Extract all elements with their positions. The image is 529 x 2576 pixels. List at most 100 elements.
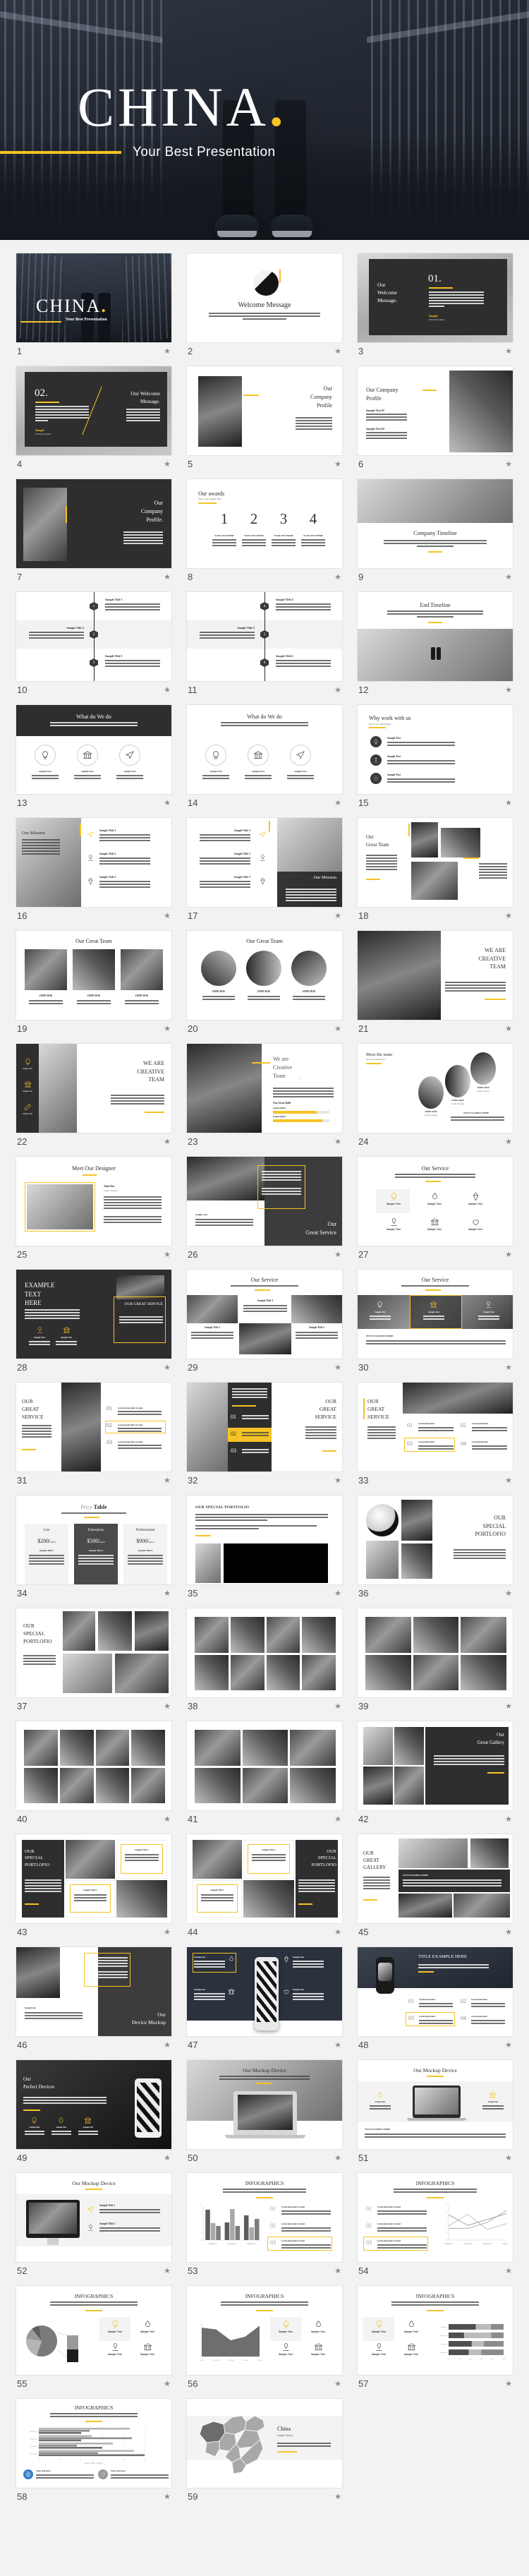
slide-thumbnail-28[interactable]: EXAMPLE TEXT HERE OUR GREAT SERVICE Sample… — [16, 1269, 172, 1359]
star-icon[interactable]: ★ — [334, 911, 341, 920]
slide-cell[interactable]: Our Great Gallery 42 ★ — [357, 1721, 513, 1826]
slide-thumbnail-1[interactable]: CHINA. Your Best Presentation — [16, 253, 172, 343]
slide-thumbnail-43[interactable]: OUR SPECIAL PORTLOFIO Sample Title 2 Sampl… — [16, 1834, 172, 1924]
slide-thumbnail-55[interactable]: INFOGRAPHICS Sample Text Sample Text Sample… — [16, 2285, 172, 2376]
slide-thumbnail-16[interactable]: Our Mission Sample Title 1 Sample Title 2S… — [16, 817, 172, 908]
slide-thumbnail-48[interactable]: TITLE EXAMPLE HERE 01 Lorem ipsum dolor 02 L… — [357, 1946, 513, 2037]
slide-thumbnail-20[interactable]: Our Great Team JOHN DOE JOHN DOE JOHN DOE — [186, 930, 343, 1021]
slide-thumbnail-57[interactable]: INFOGRAPHICS Category 1 Category 2 Category… — [357, 2285, 513, 2376]
star-icon[interactable]: ★ — [334, 1589, 341, 1598]
slide-thumbnail-46[interactable]: Our Device Mockup Sample text — [16, 1946, 172, 2037]
slide-cell[interactable]: OUR SPECIAL PORTLOFIO 36 ★ — [357, 1495, 513, 1601]
star-icon[interactable]: ★ — [505, 572, 512, 582]
star-icon[interactable]: ★ — [164, 2040, 171, 2050]
star-icon[interactable]: ★ — [164, 1363, 171, 1372]
star-icon[interactable]: ★ — [334, 1702, 341, 1711]
slide-thumbnail-34[interactable]: Price Table Lite $200/Mont Sample Title 1 En… — [16, 1495, 172, 1585]
slide-cell[interactable]: OUR SPECIAL PORTLOFIO 37 ★ — [16, 1608, 172, 1714]
slide-thumbnail-27[interactable]: Our Service Sample Text Sample Text Sample … — [357, 1156, 513, 1246]
slide-thumbnail-52[interactable]: Our Mockup Device Sample Title 1 Sample Ti… — [16, 2172, 172, 2263]
slide-cell[interactable]: We are Creative Team. Our Great Skills Sam… — [186, 1043, 343, 1149]
star-icon[interactable]: ★ — [334, 459, 341, 469]
slide-cell[interactable]: Our Great Team JOHN DOE JOHN DOE JOHN DOE 20… — [186, 930, 343, 1036]
slide-thumbnail-22[interactable]: Sample Text Sample Text Sample Text WE ARE … — [16, 1043, 172, 1133]
slide-cell[interactable]: Our Device Mockup Sample text 46 ★ — [16, 1946, 172, 2052]
star-icon[interactable]: ★ — [334, 2153, 341, 2162]
star-icon[interactable]: ★ — [505, 685, 512, 694]
star-icon[interactable]: ★ — [334, 1927, 341, 1937]
slide-cell[interactable]: Meet the team Place your Subtitle Here JOH… — [357, 1043, 513, 1149]
star-icon[interactable]: ★ — [334, 798, 341, 807]
star-icon[interactable]: ★ — [505, 347, 512, 356]
star-icon[interactable]: ★ — [164, 347, 171, 356]
star-icon[interactable]: ★ — [505, 1024, 512, 1033]
star-icon[interactable]: ★ — [334, 2266, 341, 2275]
slide-cell[interactable]: 40 ★ — [16, 1721, 172, 1826]
slide-thumbnail-25[interactable]: Meet Our Designer John Doe Graphic Designe… — [16, 1156, 172, 1246]
star-icon[interactable]: ★ — [164, 572, 171, 582]
slide-cell[interactable]: 1 Sample Title 1 2 Sample Title 2 3 Sample Ti… — [16, 591, 172, 697]
star-icon[interactable]: ★ — [164, 1476, 171, 1485]
star-icon[interactable]: ★ — [505, 1476, 512, 1485]
slide-thumbnail-47[interactable]: Sample text Sample text Sample text Sample … — [186, 1946, 343, 2037]
slide-thumbnail-53[interactable]: INFOGRAPHICS Category 1 Category 2 Category… — [186, 2172, 343, 2263]
star-icon[interactable]: ★ — [505, 1363, 512, 1372]
slide-thumbnail-35[interactable]: OUR SPECIAL PORTFOLIO — [186, 1495, 343, 1585]
slide-cell[interactable]: China Sample Subtext 59 ★ — [186, 2398, 343, 2504]
slide-cell[interactable]: Sample text Sample text Sample text Sample … — [186, 1946, 343, 2052]
star-icon[interactable]: ★ — [505, 1137, 512, 1146]
slide-thumbnail-31[interactable]: OUR GREAT SERVICE 01 Lorem ipsum dolor sit… — [16, 1382, 172, 1472]
slide-thumbnail-59[interactable]: China Sample Subtext — [186, 2398, 343, 2488]
star-icon[interactable]: ★ — [334, 1137, 341, 1146]
slide-cell[interactable]: INFOGRAPHICS Sample Text Sample Text Sample… — [16, 2285, 172, 2391]
slide-thumbnail-15[interactable]: Why work with us Place your Subtitle Here… — [357, 704, 513, 795]
slide-cell[interactable]: 4 Sample Title 4 5 Sample Title 5 6 Sample Ti… — [186, 591, 343, 697]
slide-thumbnail-24[interactable]: Meet the team Place your Subtitle Here JOH… — [357, 1043, 513, 1133]
star-icon[interactable]: ★ — [505, 1702, 512, 1711]
slide-cell[interactable]: Our Service Sample Title 2 Sample Title 1S… — [186, 1269, 343, 1375]
slide-cell[interactable]: Welcome Message 2 ★ — [186, 253, 343, 359]
star-icon[interactable]: ★ — [164, 2266, 171, 2275]
slide-cell[interactable]: INFOGRAPHICS 1/1/2002 1/1/2003 1/1/2004 1/1/… — [186, 2285, 343, 2391]
star-icon[interactable]: ★ — [164, 1024, 171, 1033]
star-icon[interactable]: ★ — [505, 1814, 512, 1824]
slide-thumbnail-21[interactable]: WE ARE CREATIVE TEAM — [357, 930, 513, 1021]
slide-cell[interactable]: Our Welcome Message. 01. Sample CEO & Found… — [357, 253, 513, 359]
slide-thumbnail-18[interactable]: Our Great Team — [357, 817, 513, 908]
star-icon[interactable]: ★ — [334, 1814, 341, 1824]
slide-cell[interactable]: 39 ★ — [357, 1608, 513, 1714]
slide-cell[interactable]: OUR SPECIAL PORTLOFIO Sample Title 2 Sampl… — [186, 1834, 343, 1939]
slide-thumbnail-14[interactable]: What do We do Sample Text Sample Text Sampl… — [186, 704, 343, 795]
slide-thumbnail-7[interactable]: Our Company Profile. — [16, 479, 172, 569]
slide-cell[interactable]: What do We do Sample Text Sample Text Sampl… — [16, 704, 172, 810]
slide-cell[interactable]: Meet Our Designer John Doe Graphic Designe… — [16, 1156, 172, 1262]
slide-cell[interactable]: Our Great Team JOHN DOE JOHN DOE JOHN DOE 19… — [16, 930, 172, 1036]
slide-cell[interactable]: 41 ★ — [186, 1721, 343, 1826]
slide-cell[interactable]: Our Mission Sample Title 1 Sample Title 2S… — [16, 817, 172, 923]
slide-thumbnail-29[interactable]: Our Service Sample Title 2 Sample Title 1S… — [186, 1269, 343, 1359]
slide-cell[interactable]: Our Great Service Sample text 26 ★ — [186, 1156, 343, 1262]
slide-cell[interactable]: OUR GREAT GALLERY TITLE EXAMPLE HERE 45 ★ — [357, 1834, 513, 1939]
star-icon[interactable]: ★ — [164, 798, 171, 807]
slide-cell[interactable]: Price Table Lite $200/Mont Sample Title 1 En… — [16, 1495, 172, 1601]
slide-thumbnail-30[interactable]: Our Service Sample Text Sample Text Sample … — [357, 1269, 513, 1359]
slide-thumbnail-42[interactable]: Our Great Gallery — [357, 1721, 513, 1811]
slide-thumbnail-36[interactable]: OUR SPECIAL PORTLOFIO — [357, 1495, 513, 1585]
slide-cell[interactable]: Company Timeline 9 ★ — [357, 479, 513, 584]
slide-thumbnail-3[interactable]: Our Welcome Message. 01. Sample CEO & Found… — [357, 253, 513, 343]
star-icon[interactable]: ★ — [334, 1250, 341, 1259]
slide-cell[interactable]: Our awards Place your Subtitle Here 1 YOUR … — [186, 479, 343, 584]
star-icon[interactable]: ★ — [164, 2379, 171, 2388]
slide-thumbnail-13[interactable]: What do We do Sample Text Sample Text Sampl… — [16, 704, 172, 795]
slide-cell[interactable]: 01 02 03 OUR GREAT SERVICE 32 ★ — [186, 1382, 343, 1488]
star-icon[interactable]: ★ — [505, 1927, 512, 1937]
star-icon[interactable]: ★ — [164, 1589, 171, 1598]
star-icon[interactable]: ★ — [164, 1137, 171, 1146]
slide-thumbnail-26[interactable]: Our Great Service Sample text — [186, 1156, 343, 1246]
star-icon[interactable]: ★ — [334, 1024, 341, 1033]
slide-cell[interactable]: INFOGRAPHICS Category 1 Category 2 Category… — [357, 2285, 513, 2391]
slide-thumbnail-11[interactable]: 4 Sample Title 4 5 Sample Title 5 6 Sample Ti… — [186, 591, 343, 682]
slide-thumbnail-51[interactable]: Our Mockup Device Sample Text Sample Text T… — [357, 2059, 513, 2150]
star-icon[interactable]: ★ — [505, 798, 512, 807]
slide-cell[interactable]: Our Company Profile 5 ★ — [186, 366, 343, 471]
